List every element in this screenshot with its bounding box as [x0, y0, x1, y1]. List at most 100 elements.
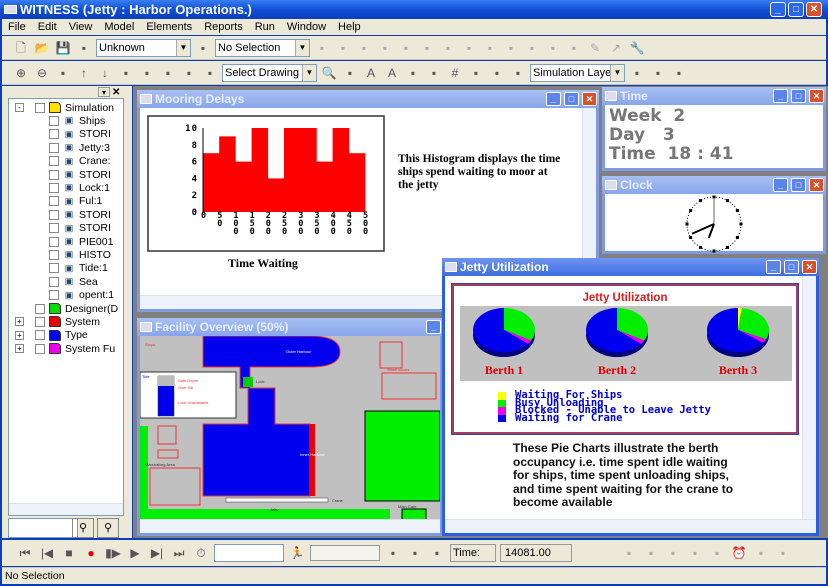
tree-checkbox[interactable]	[49, 169, 59, 180]
new-icon[interactable]: 🗋	[12, 39, 30, 57]
speed-slider[interactable]	[310, 545, 380, 561]
search-icon[interactable]: 🔍	[320, 64, 338, 82]
tree-checkbox[interactable]	[35, 343, 45, 354]
tree-checkbox[interactable]	[35, 330, 45, 341]
flow-icon[interactable]: ▪	[686, 544, 704, 562]
close-button[interactable]: ✕	[809, 89, 824, 103]
tree-checkbox[interactable]	[49, 290, 59, 301]
layout-icon[interactable]: ▪	[670, 64, 688, 82]
tree-checkbox[interactable]	[49, 209, 59, 220]
collapse-icon[interactable]: -	[15, 103, 24, 112]
run-icon[interactable]: ▪	[334, 39, 352, 57]
tree-item[interactable]: ▣ STORI	[49, 128, 111, 141]
down-icon[interactable]: ↓	[96, 64, 114, 82]
tree-checkbox[interactable]	[49, 129, 59, 140]
tree-item[interactable]: ▣ STORI	[49, 168, 111, 181]
expand-icon[interactable]: +	[15, 330, 24, 340]
tree-item[interactable]: ▣ Crane:	[49, 155, 111, 168]
zoom-in-icon[interactable]: ⊕	[12, 64, 30, 82]
tree-item[interactable]: + System	[15, 315, 100, 328]
step-icon[interactable]: ▮▶	[104, 544, 122, 562]
wrench-icon[interactable]: 🔧	[628, 39, 646, 57]
pin-icon[interactable]: ▾	[98, 87, 110, 97]
element-type-combo[interactable]: Unknown ▼	[96, 38, 191, 57]
menu-elements[interactable]: Elements	[140, 19, 198, 35]
tree-item[interactable]: ▣ Sea	[49, 275, 98, 288]
fast-forward-icon[interactable]: ⏭	[170, 544, 188, 562]
dropdown-arrow-icon[interactable]: ▼	[176, 39, 190, 56]
line-color-icon[interactable]: ▪	[404, 64, 422, 82]
window-icon[interactable]: ▪	[428, 544, 446, 562]
clock-icon[interactable]: ⏰	[730, 544, 748, 562]
minimize-button[interactable]: _	[770, 2, 786, 17]
arrow-icon[interactable]: ↗	[607, 39, 625, 57]
fit-icon[interactable]: ▪	[54, 64, 72, 82]
tree-item[interactable]: ▣ Ships	[49, 114, 105, 127]
drawing-icon[interactable]: ▪	[201, 64, 219, 82]
layer-combo[interactable]: Simulation Laye ▼	[530, 63, 625, 82]
maximize-button[interactable]: □	[791, 89, 806, 103]
tree-item[interactable]: ▣ STORI	[49, 222, 111, 235]
paint-icon[interactable]: ▪	[376, 39, 394, 57]
tree-item[interactable]: ▣ Jetty:3	[49, 141, 110, 154]
tree-checkbox[interactable]	[35, 303, 45, 314]
maximize-button[interactable]: □	[784, 260, 799, 274]
dropdown-arrow-icon[interactable]: ▼	[295, 39, 309, 56]
close-button[interactable]: ✕	[802, 260, 817, 274]
tree-item[interactable]: ▣ PIE001	[49, 235, 113, 248]
tree-item[interactable]: ▣ opent:1	[49, 289, 114, 302]
report-icon[interactable]: ▪	[620, 544, 638, 562]
image-icon[interactable]: ▪	[341, 64, 359, 82]
push-icon[interactable]: ▪	[355, 39, 373, 57]
tree-checkbox[interactable]	[49, 263, 59, 274]
maximize-button[interactable]: □	[788, 2, 804, 17]
chart-icon[interactable]: ▪	[565, 39, 583, 57]
font-color-icon[interactable]: A	[383, 64, 401, 82]
tree-item[interactable]: ▣ STORI	[49, 208, 111, 221]
zoom-out-icon[interactable]: ⊖	[33, 64, 51, 82]
preview-icon[interactable]: ▪	[664, 544, 682, 562]
find-next-button[interactable]: ⚲	[72, 518, 94, 538]
horizontal-scrollbar[interactable]	[140, 519, 440, 533]
minimize-button[interactable]: _	[773, 89, 788, 103]
menu-file[interactable]: File	[2, 19, 32, 35]
runner-icon[interactable]: 🏃	[288, 544, 306, 562]
move-icon[interactable]: ▪	[460, 39, 478, 57]
tree-item[interactable]: ▣ HISTO	[49, 248, 111, 261]
expand-icon[interactable]: +	[15, 317, 24, 327]
close-button[interactable]: ✕	[809, 178, 824, 192]
tree-checkbox[interactable]	[49, 156, 59, 167]
tree-item[interactable]: - Simulation	[15, 101, 114, 114]
dropdown-arrow-icon[interactable]: ▼	[302, 64, 316, 81]
image-icon[interactable]: ▪	[523, 39, 541, 57]
menu-model[interactable]: Model	[98, 19, 140, 35]
run-length-input[interactable]	[214, 544, 284, 562]
breakpoint-icon[interactable]: ▪	[406, 544, 424, 562]
tree-checkbox[interactable]	[49, 115, 59, 126]
maximize-button[interactable]: □	[791, 178, 806, 192]
save-icon[interactable]: 💾	[54, 39, 72, 57]
minimize-button[interactable]: _	[546, 92, 561, 106]
blob-icon[interactable]: ▪	[502, 39, 520, 57]
window-icon[interactable]: ▪	[628, 64, 646, 82]
maximize-button[interactable]: □	[564, 92, 579, 106]
tree-checkbox[interactable]	[49, 196, 59, 207]
grid-icon[interactable]: #	[446, 64, 464, 82]
record-icon[interactable]: ●	[82, 544, 100, 562]
menu-run[interactable]: Run	[249, 19, 281, 35]
distribute-icon[interactable]: ▪	[159, 64, 177, 82]
step-end-icon[interactable]: ▶|	[148, 544, 166, 562]
play-icon[interactable]: ▶	[126, 544, 144, 562]
tree-item[interactable]: Designer(D	[35, 302, 118, 315]
stop-icon[interactable]: ■	[60, 544, 78, 562]
batch-icon[interactable]: ▪	[384, 544, 402, 562]
menu-window[interactable]: Window	[281, 19, 332, 35]
tree-item[interactable]: ▣ Lock:1	[49, 181, 110, 194]
close-button[interactable]: ✕	[582, 92, 597, 106]
panel-close-icon[interactable]: ✕	[112, 87, 124, 98]
find-input[interactable]	[8, 518, 78, 538]
tree-checkbox[interactable]	[49, 223, 59, 234]
tree-item[interactable]: + System Fu	[15, 342, 115, 355]
open-icon[interactable]: 📂	[33, 39, 51, 57]
find-previous-button[interactable]: ⚲	[97, 518, 119, 538]
